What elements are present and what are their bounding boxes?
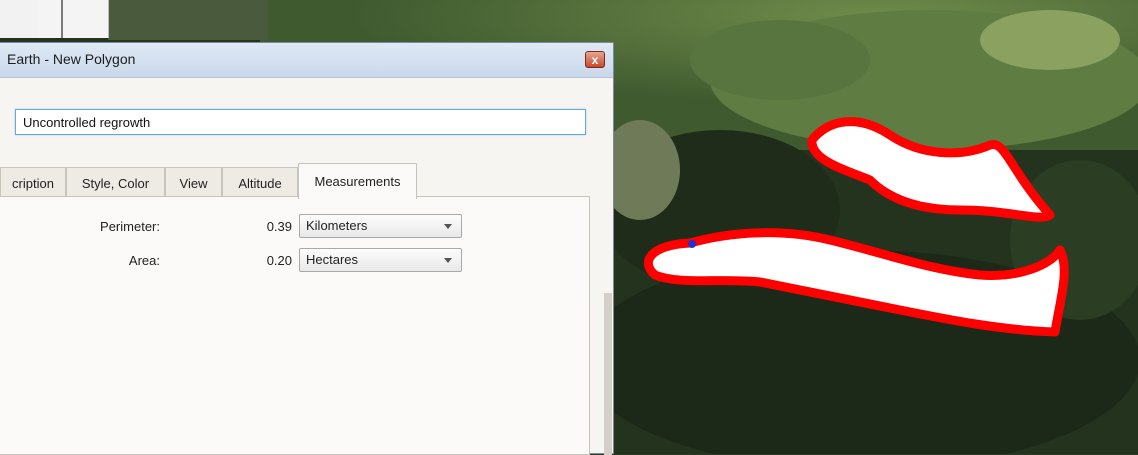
area-unit-select[interactable]: Hectares — [299, 248, 462, 272]
close-button[interactable]: x — [585, 51, 605, 68]
scrollbar[interactable] — [604, 293, 612, 455]
perimeter-value: 0.39 — [266, 219, 292, 234]
measurements-panel: Perimeter: 0.39 Kilometers Area: 0.20 He… — [0, 196, 590, 455]
tab-altitude[interactable]: Altitude — [222, 167, 298, 197]
vertex-marker — [688, 240, 696, 248]
polygon-name-input[interactable] — [15, 109, 586, 135]
tab-measurements[interactable]: Measurements — [298, 163, 417, 199]
chevron-down-icon — [444, 224, 452, 229]
new-polygon-dialog: Earth - New Polygon x cription Style, Co… — [0, 42, 614, 455]
dialog-titlebar[interactable]: Earth - New Polygon x — [0, 43, 613, 78]
perimeter-unit-select[interactable]: Kilometers — [299, 214, 462, 238]
toolbar-divider — [61, 0, 63, 38]
toolbar-button-left[interactable] — [0, 0, 38, 38]
area-label: Area: — [128, 253, 160, 268]
area-value: 0.20 — [266, 253, 292, 268]
tab-style-color[interactable]: Style, Color — [66, 167, 165, 197]
dialog-title: Earth - New Polygon — [7, 51, 136, 67]
chevron-down-icon — [444, 258, 452, 263]
close-icon: x — [591, 53, 599, 67]
perimeter-label: Perimeter: — [100, 219, 160, 234]
tab-view[interactable]: View — [165, 167, 222, 197]
tab-description[interactable]: cription — [0, 167, 66, 197]
toolbar-button[interactable] — [38, 0, 109, 38]
